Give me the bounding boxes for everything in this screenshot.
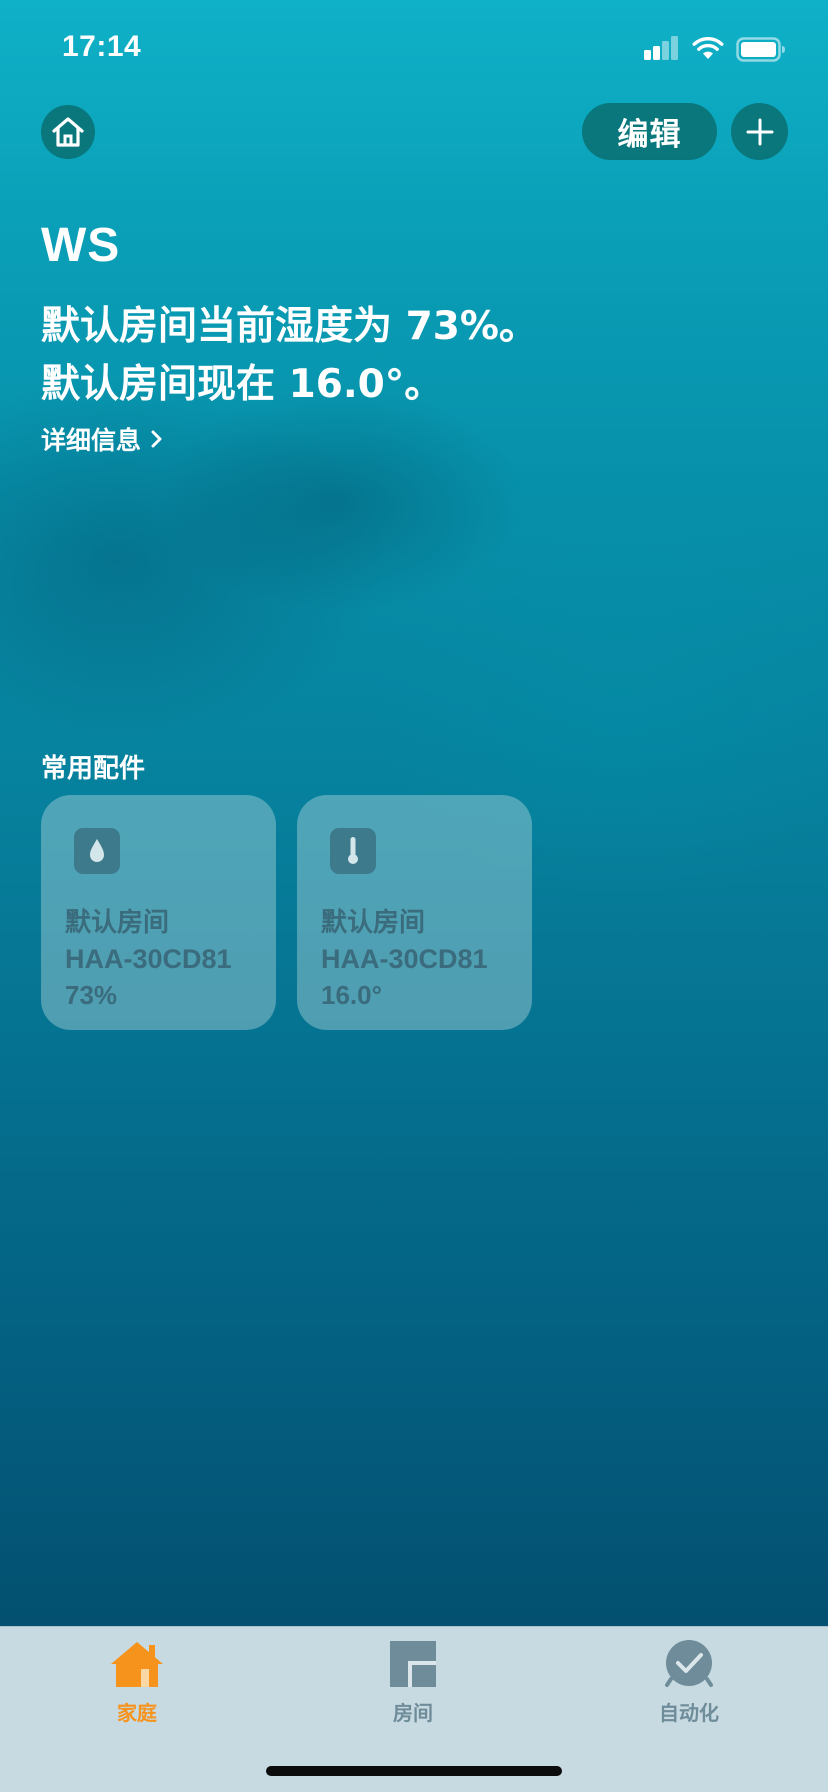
wifi-icon <box>692 37 724 61</box>
details-label: 详细信息 <box>41 426 142 455</box>
tab-automation[interactable]: 自动化 <box>609 1639 769 1726</box>
humidity-summary: 默认房间当前湿度为 73%。 <box>41 304 538 349</box>
tab-rooms[interactable]: 房间 <box>333 1639 493 1726</box>
home-name: WS <box>41 219 121 272</box>
tile-room: 默认房间 <box>65 908 170 938</box>
add-button[interactable] <box>731 103 788 160</box>
house-icon <box>52 117 84 147</box>
status-time: 17:14 <box>62 30 142 63</box>
accessory-tile-temperature[interactable]: 默认房间 HAA-30CD81 16.0° <box>297 795 532 1030</box>
home-menu-button[interactable] <box>41 105 95 159</box>
cellular-signal-icon <box>644 36 680 62</box>
chevron-right-icon <box>151 430 162 448</box>
accessory-tile-humidity[interactable]: 默认房间 HAA-30CD81 73% <box>41 795 276 1030</box>
favorites-title: 常用配件 <box>41 754 146 784</box>
tile-value: 16.0° <box>321 980 383 1010</box>
plus-icon <box>746 118 773 145</box>
tile-device: HAA-30CD81 <box>65 944 232 974</box>
rooms-tab-icon <box>390 1641 436 1687</box>
automation-tab-icon <box>665 1640 713 1687</box>
tile-value: 73% <box>65 980 118 1010</box>
status-icons <box>644 36 786 62</box>
home-indicator[interactable] <box>266 1766 562 1776</box>
temperature-summary: 默认房间现在 16.0°。 <box>41 362 444 407</box>
home-tab-icon <box>111 1642 163 1687</box>
battery-icon <box>736 36 786 62</box>
tab-automation-label: 自动化 <box>659 1701 719 1725</box>
tile-room: 默认房间 <box>321 908 426 938</box>
edit-button[interactable]: 编辑 <box>582 103 717 160</box>
details-link[interactable]: 详细信息 <box>41 421 163 457</box>
status-bar: 17:14 <box>0 0 828 100</box>
tab-home[interactable]: 家庭 <box>57 1639 217 1726</box>
tile-device: HAA-30CD81 <box>321 944 488 974</box>
tab-home-label: 家庭 <box>117 1701 157 1725</box>
thermometer-icon <box>330 828 376 874</box>
tab-rooms-label: 房间 <box>393 1701 433 1725</box>
humidity-drop-icon <box>74 828 120 874</box>
